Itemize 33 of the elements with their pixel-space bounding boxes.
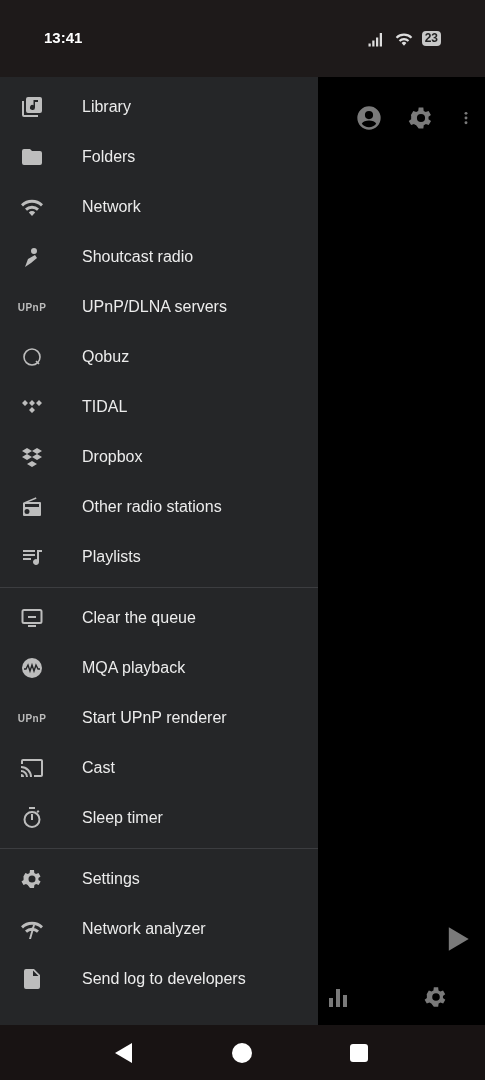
drawer-item[interactable]: Settings xyxy=(0,854,318,904)
clock-time: 13:41 xyxy=(44,28,83,49)
drawer-item[interactable]: Sleep timer xyxy=(0,793,318,843)
library-music-icon xyxy=(20,95,44,119)
upnp-logo: UPnP xyxy=(17,711,47,726)
drawer-item[interactable]: Clear the queue xyxy=(0,593,318,643)
drawer-item[interactable]: Qobuz xyxy=(0,332,318,382)
drawer-item[interactable]: UPnP Start UPnP renderer xyxy=(0,693,318,743)
drawer-item[interactable]: TIDAL xyxy=(0,382,318,432)
recents-icon[interactable] xyxy=(350,1043,368,1062)
radio-icon xyxy=(20,495,44,519)
monitor-icon xyxy=(20,606,44,630)
drawer-item[interactable]: Dropbox xyxy=(0,432,318,482)
drawer-item[interactable]: MQA playback xyxy=(0,643,318,693)
circle-icon xyxy=(20,345,44,369)
dropbox-icon xyxy=(20,445,44,469)
drawer-item[interactable]: Cast xyxy=(0,743,318,793)
upnp-logo: UPnP xyxy=(17,300,47,315)
drawer-item[interactable]: Network xyxy=(0,182,318,232)
battery-level: 23 xyxy=(421,31,441,46)
back-icon[interactable] xyxy=(114,1041,134,1064)
account-icon[interactable] xyxy=(355,104,383,132)
waveform-icon xyxy=(20,656,44,680)
drawer-item[interactable]: UPnP UPnP/DLNA servers xyxy=(0,282,318,332)
home-icon[interactable] xyxy=(232,1042,252,1063)
drawer-item[interactable]: Folders xyxy=(0,132,318,182)
drawer-item[interactable]: Send log to developers xyxy=(0,954,318,1004)
drawer-item[interactable]: Playlists xyxy=(0,532,318,582)
drawer-item[interactable]: Other radio stations xyxy=(0,482,318,532)
cast-icon xyxy=(20,756,44,780)
drawer-item[interactable]: Shoutcast radio xyxy=(0,232,318,282)
drawer-item[interactable]: Library xyxy=(0,82,318,132)
drawer-item[interactable]: Network analyzer xyxy=(0,904,318,954)
